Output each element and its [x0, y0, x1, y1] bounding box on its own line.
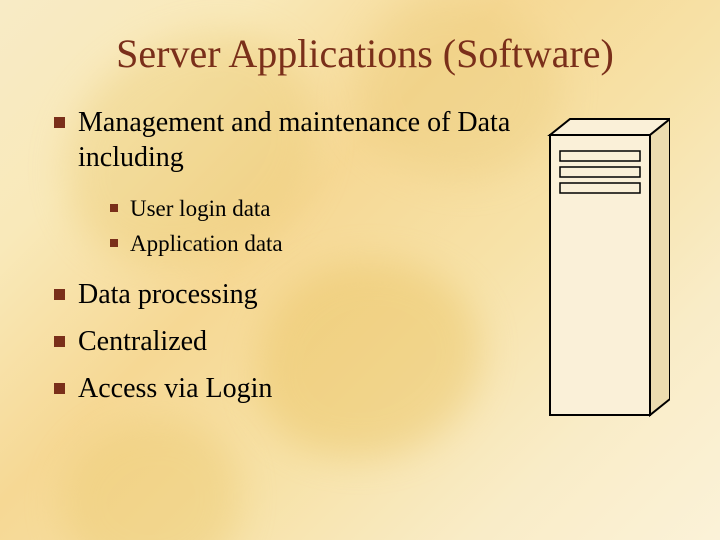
sub-bullet-item: Application data — [108, 228, 520, 259]
slide-content: Management and maintenance of Data inclu… — [50, 105, 680, 430]
bullet-item: Management and maintenance of Data inclu… — [50, 105, 520, 259]
sub-bullet-list: User login data Application data — [108, 193, 520, 259]
sub-bullet-text: User login data — [130, 196, 271, 221]
sub-bullet-text: Application data — [130, 231, 283, 256]
text-column: Management and maintenance of Data inclu… — [50, 105, 530, 418]
illustration-column — [530, 105, 680, 430]
bullet-list: Management and maintenance of Data inclu… — [50, 105, 520, 406]
slide-title: Server Applications (Software) — [50, 30, 680, 77]
bullet-item: Access via Login — [50, 371, 520, 406]
server-tower-icon — [540, 115, 670, 430]
bullet-text: Management and maintenance of Data inclu… — [78, 107, 510, 173]
sub-bullet-item: User login data — [108, 193, 520, 224]
bullet-item: Centralized — [50, 324, 520, 359]
bullet-text: Access via Login — [78, 373, 272, 404]
bullet-item: Data processing — [50, 277, 520, 312]
slide: Server Applications (Software) Managemen… — [0, 0, 720, 540]
bullet-text: Centralized — [78, 326, 207, 357]
bullet-text: Data processing — [78, 279, 258, 310]
